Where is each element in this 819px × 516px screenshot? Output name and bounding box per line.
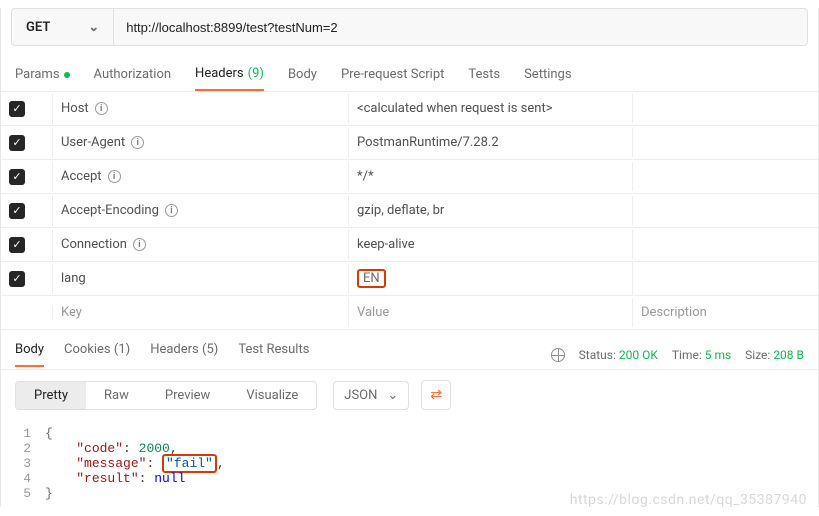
- table-row[interactable]: ✓ User-Agent i PostmanRuntime/7.28.2: [1, 126, 818, 160]
- header-value: PostmanRuntime/7.28.2: [357, 135, 499, 150]
- time-label: Time: 5 ms: [672, 348, 731, 362]
- line-number: 2: [1, 441, 45, 456]
- viewmode-raw[interactable]: Raw: [86, 382, 147, 409]
- request-tabs: Params Authorization Headers (9) Body Pr…: [1, 46, 818, 91]
- tab-headers[interactable]: Headers (9): [195, 66, 264, 91]
- checkbox-icon[interactable]: ✓: [9, 237, 25, 253]
- chevron-down-icon: ⌄: [387, 388, 398, 403]
- desc-placeholder[interactable]: Description: [633, 298, 818, 327]
- line-number: 3: [1, 456, 45, 471]
- header-key: User-Agent: [61, 135, 125, 150]
- res-tab-body[interactable]: Body: [15, 342, 44, 367]
- table-row-placeholder[interactable]: Key Value Description: [1, 296, 818, 330]
- view-controls: Pretty Raw Preview Visualize JSON⌄ ⇄: [1, 369, 818, 420]
- info-icon[interactable]: i: [95, 102, 108, 115]
- viewmode-pretty[interactable]: Pretty: [16, 382, 86, 409]
- language-select[interactable]: JSON⌄: [333, 381, 409, 410]
- info-icon[interactable]: i: [165, 204, 178, 217]
- globe-icon[interactable]: [551, 348, 565, 362]
- header-value: */*: [357, 169, 374, 184]
- res-tab-tests[interactable]: Test Results: [238, 342, 309, 367]
- table-row[interactable]: ✓ Accept-Encoding i gzip, deflate, br: [1, 194, 818, 228]
- chevron-down-icon: ⌄: [88, 20, 99, 35]
- checkbox-icon[interactable]: ✓: [9, 271, 25, 287]
- table-row[interactable]: ✓ Connection i keep-alive: [1, 228, 818, 262]
- dot-icon: [64, 72, 70, 78]
- response-bar: Body Cookies (1) Headers (5) Test Result…: [1, 330, 818, 367]
- headers-table: ✓ Host i <calculated when request is sen…: [1, 91, 818, 330]
- header-key: Connection: [61, 237, 127, 252]
- checkbox-icon[interactable]: ✓: [9, 101, 25, 117]
- header-value: gzip, deflate, br: [357, 203, 444, 218]
- url-bar: GET ⌄: [11, 8, 808, 46]
- info-icon[interactable]: i: [108, 170, 121, 183]
- res-tab-headers[interactable]: Headers (5): [150, 342, 218, 367]
- line-number: 1: [1, 426, 45, 441]
- header-value-highlighted[interactable]: EN: [357, 269, 386, 288]
- tab-settings[interactable]: Settings: [524, 66, 571, 91]
- table-row[interactable]: ✓ Accept i */*: [1, 160, 818, 194]
- checkbox-icon[interactable]: ✓: [9, 169, 25, 185]
- method-select[interactable]: GET ⌄: [12, 9, 114, 45]
- header-value: <calculated when request is sent>: [357, 101, 553, 116]
- header-key: Host: [61, 101, 89, 116]
- method-label: GET: [26, 20, 50, 35]
- checkbox-icon[interactable]: ✓: [9, 203, 25, 219]
- key-placeholder[interactable]: Key: [53, 298, 349, 327]
- status-label: Status: 200 OK: [579, 348, 658, 362]
- line-number: 4: [1, 471, 45, 486]
- res-tab-cookies[interactable]: Cookies (1): [64, 342, 130, 367]
- info-icon[interactable]: i: [131, 136, 144, 149]
- size-label: Size: 208 B: [745, 348, 804, 362]
- value-placeholder[interactable]: Value: [349, 298, 633, 327]
- request-panel: GET ⌄ Params Authorization Headers (9) B…: [0, 8, 819, 507]
- tab-params[interactable]: Params: [15, 66, 70, 91]
- checkbox-icon[interactable]: ✓: [9, 135, 25, 151]
- header-key: Accept: [61, 169, 102, 184]
- header-key[interactable]: lang: [61, 271, 86, 286]
- tab-authorization[interactable]: Authorization: [94, 66, 172, 91]
- viewmode-preview[interactable]: Preview: [147, 382, 228, 409]
- header-key: Accept-Encoding: [61, 203, 159, 218]
- line-number: 5: [1, 486, 45, 501]
- viewmode-visualize[interactable]: Visualize: [228, 382, 316, 409]
- viewmode-segment: Pretty Raw Preview Visualize: [15, 381, 317, 410]
- tab-body[interactable]: Body: [288, 66, 317, 91]
- table-row[interactable]: ✓ lang EN: [1, 262, 818, 296]
- response-body[interactable]: 1{ 2 "code": 2000, 3 "message": "fail", …: [1, 420, 818, 507]
- url-input[interactable]: [114, 9, 807, 45]
- wrap-lines-icon[interactable]: ⇄: [421, 380, 451, 410]
- tab-prerequest[interactable]: Pre-request Script: [341, 66, 444, 91]
- info-icon[interactable]: i: [133, 238, 146, 251]
- tab-tests[interactable]: Tests: [468, 66, 500, 91]
- table-row[interactable]: ✓ Host i <calculated when request is sen…: [1, 92, 818, 126]
- header-value: keep-alive: [357, 237, 415, 252]
